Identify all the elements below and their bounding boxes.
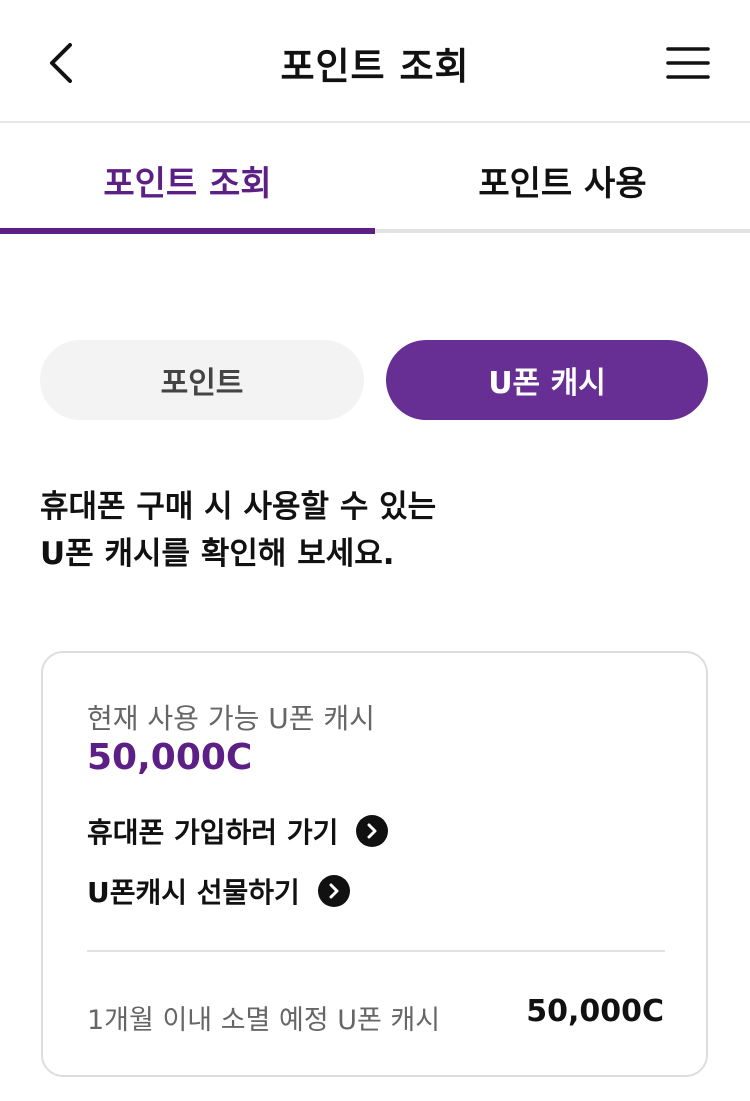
available-cash-amount: 50,000C xyxy=(87,737,253,778)
description-line-1: 휴대폰 구매 시 사용할 수 있는 xyxy=(40,489,437,525)
arrow-right-circle-icon xyxy=(356,815,389,847)
cash-summary-card: 현재 사용 가능 U폰 캐시 50,000C 휴대폰 가입하러 가기 U폰캐시 … xyxy=(41,651,708,1077)
join-phone-link[interactable]: 휴대폰 가입하러 가기 xyxy=(87,811,389,851)
segment-point-button[interactable]: 포인트 xyxy=(40,340,364,420)
tab-point-inquiry[interactable]: 포인트 조회 xyxy=(0,125,375,235)
join-phone-link-label: 휴대폰 가입하러 가기 xyxy=(87,816,339,849)
card-divider xyxy=(87,950,665,952)
arrow-right-circle-icon xyxy=(317,875,350,907)
description-line-2: U폰 캐시를 확인해 보세요. xyxy=(40,536,395,572)
section-description: 휴대폰 구매 시 사용할 수 있는 U폰 캐시를 확인해 보세요. xyxy=(40,484,680,578)
menu-button[interactable] xyxy=(660,38,716,88)
gift-cash-link-label: U폰캐시 선물하기 xyxy=(87,876,300,909)
available-cash-label: 현재 사용 가능 U폰 캐시 xyxy=(87,702,375,735)
app-header: 포인트 조회 xyxy=(0,0,750,123)
hamburger-menu-icon xyxy=(666,47,710,79)
expiring-cash-label: 1개월 이내 소멸 예정 U폰 캐시 xyxy=(87,1005,441,1036)
tab-bar: 포인트 조회 포인트 사용 xyxy=(0,125,750,235)
segment-uphone-cash-button[interactable]: U폰 캐시 xyxy=(386,340,708,420)
tab-active-indicator xyxy=(0,228,375,234)
gift-cash-link[interactable]: U폰캐시 선물하기 xyxy=(87,871,350,911)
page-title: 포인트 조회 xyxy=(280,45,470,88)
tab-point-use[interactable]: 포인트 사용 xyxy=(375,125,750,235)
point-inquiry-page: 포인트 조회 포인트 조회 포인트 사용 포인트 U폰 캐시 휴대폰 구매 시 … xyxy=(0,0,750,1101)
expiring-cash-amount: 50,000C xyxy=(526,994,664,1029)
